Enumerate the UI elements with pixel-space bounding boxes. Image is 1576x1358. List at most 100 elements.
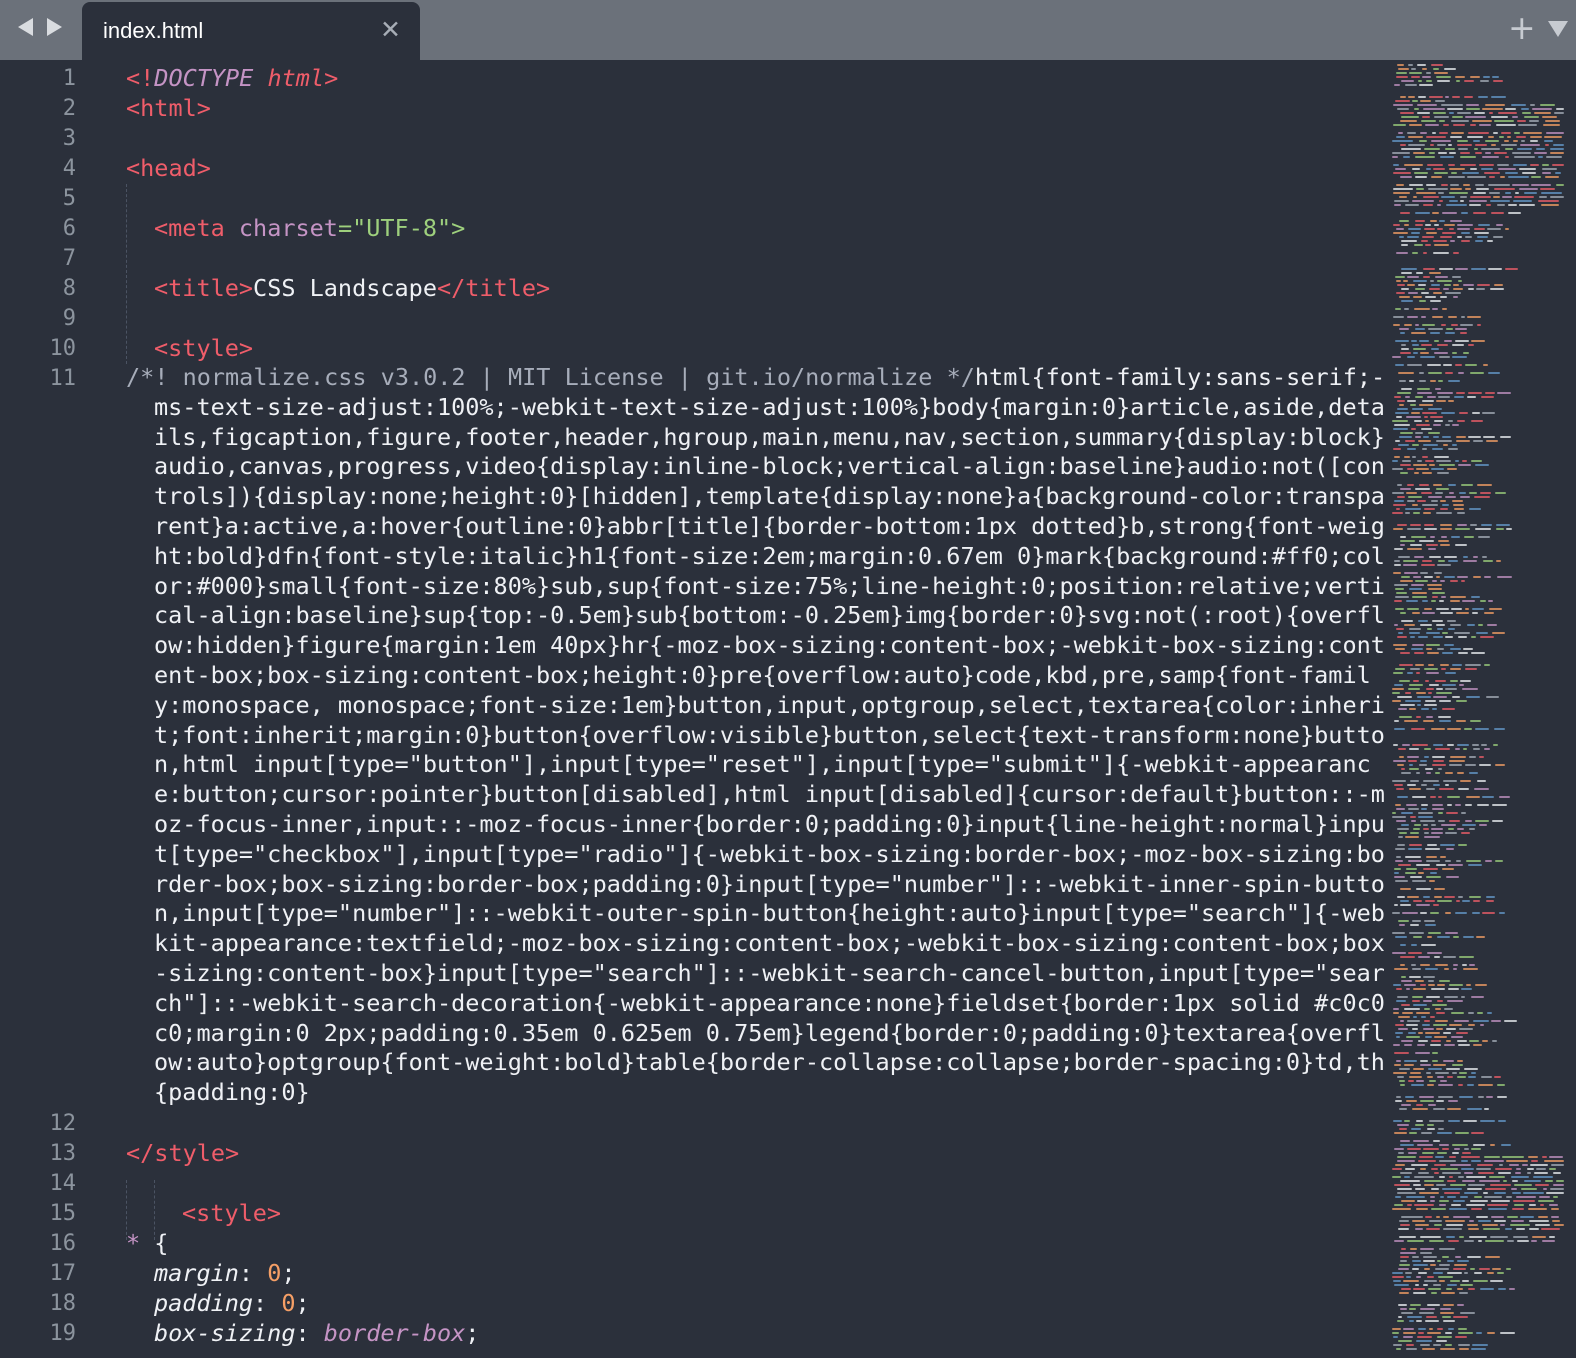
- minimap-stroke: [1394, 1240, 1404, 1242]
- minimap-stroke: [1413, 576, 1422, 578]
- code-editor[interactable]: 1 2 3 4 5 6 7 8 9 10 11 12 13 14 15 16 1…: [0, 60, 1385, 1358]
- minimap-stroke: [1415, 156, 1435, 158]
- minimap-stroke: [1467, 176, 1487, 178]
- minimap-stroke: [1440, 1348, 1456, 1350]
- minimap-stroke: [1452, 356, 1467, 358]
- minimap-stroke: [1414, 1284, 1419, 1286]
- minimap-stroke: [1396, 788, 1405, 790]
- minimap-stroke: [1408, 976, 1421, 978]
- minimap-stroke: [1431, 764, 1446, 766]
- minimap-stroke: [1521, 1164, 1528, 1166]
- minimap-stroke: [1465, 764, 1477, 766]
- minimap-stroke: [1458, 788, 1469, 790]
- minimap-stroke: [1407, 144, 1426, 146]
- minimap-stroke: [1447, 728, 1462, 730]
- minimap-stroke: [1475, 184, 1485, 186]
- minimap-stroke: [1402, 460, 1412, 462]
- minimap-stroke: [1427, 496, 1443, 498]
- minimap-stroke: [1456, 440, 1470, 442]
- minimap-stroke: [1492, 1268, 1501, 1270]
- minimap-stroke: [1401, 1004, 1410, 1006]
- minimap-stroke: [1538, 1200, 1555, 1202]
- minimap-stroke: [1393, 164, 1400, 166]
- minimap-stroke: [1440, 612, 1453, 614]
- tab-index-html[interactable]: index.html ✕: [82, 2, 420, 60]
- minimap-stroke: [1418, 1192, 1439, 1194]
- minimap-stroke: [1392, 356, 1402, 358]
- minimap-stroke: [1420, 1308, 1436, 1310]
- minimap-stroke: [1472, 1144, 1485, 1146]
- code-line-19: box-sizing: border-box;: [126, 1318, 1376, 1348]
- minimap-stroke: [1434, 224, 1439, 226]
- minimap-stroke: [1490, 288, 1504, 290]
- minimap-stroke: [1483, 1228, 1501, 1230]
- minimap-stroke: [1412, 1068, 1425, 1070]
- minimap-stroke: [1403, 456, 1410, 458]
- minimap-stroke: [1469, 1236, 1487, 1238]
- minimap-stroke: [1463, 284, 1474, 286]
- minimap-stroke: [1426, 1316, 1438, 1318]
- minimap-stroke: [1435, 492, 1444, 494]
- minimap-stroke: [1436, 1000, 1444, 1002]
- minimap-stroke: [1425, 1228, 1440, 1230]
- minimap-stroke: [1427, 588, 1443, 590]
- minimap[interactable]: [1384, 60, 1576, 1358]
- minimap-stroke: [1514, 132, 1520, 134]
- minimap-stroke: [1392, 700, 1401, 702]
- minimap-stroke: [1393, 428, 1408, 430]
- back-arrow-icon[interactable]: [18, 18, 33, 36]
- minimap-stroke: [1432, 212, 1440, 214]
- minimap-stroke: [1448, 764, 1462, 766]
- minimap-stroke: [1441, 824, 1457, 826]
- minimap-stroke: [1393, 448, 1402, 450]
- minimap-stroke: [1433, 1164, 1447, 1166]
- chevron-down-icon[interactable]: [1548, 21, 1568, 37]
- minimap-stroke: [1417, 696, 1431, 698]
- minimap-stroke: [1440, 528, 1453, 530]
- minimap-stroke: [1431, 64, 1444, 66]
- minimap-stroke: [1424, 768, 1434, 770]
- minimap-stroke: [1456, 236, 1463, 238]
- token: :: [295, 1318, 324, 1347]
- minimap-stroke: [1458, 684, 1465, 686]
- plus-icon[interactable]: +: [1508, 10, 1536, 46]
- minimap-stroke: [1437, 768, 1443, 770]
- minimap-stroke: [1430, 600, 1437, 602]
- minimap-stroke: [1455, 700, 1468, 702]
- minimap-stroke: [1493, 728, 1505, 730]
- minimap-stroke: [1456, 512, 1466, 514]
- minimap-stroke: [1400, 1144, 1415, 1146]
- minimap-stroke: [1497, 1096, 1508, 1098]
- minimap-stroke: [1392, 152, 1411, 154]
- minimap-stroke: [1430, 1044, 1442, 1046]
- token: 0: [267, 1258, 282, 1287]
- minimap-stroke: [1466, 316, 1481, 318]
- minimap-stroke: [1486, 1012, 1493, 1014]
- minimap-stroke: [1401, 1040, 1413, 1042]
- minimap-stroke: [1397, 1076, 1405, 1078]
- forward-arrow-icon[interactable]: [47, 18, 62, 36]
- minimap-stroke: [1448, 228, 1455, 230]
- minimap-stroke: [1438, 716, 1451, 718]
- minimap-stroke: [1474, 240, 1483, 242]
- minimap-stroke: [1399, 680, 1411, 682]
- minimap-stroke: [1487, 184, 1510, 186]
- minimap-stroke: [1410, 780, 1420, 782]
- minimap-stroke: [1392, 492, 1404, 494]
- code-content[interactable]: <!DOCTYPE html> <html> <head> <meta char…: [126, 63, 1385, 1348]
- minimap-stroke: [1399, 436, 1412, 438]
- minimap-stroke: [1392, 912, 1401, 914]
- minimap-stroke: [1428, 272, 1442, 274]
- minimap-stroke: [1455, 528, 1471, 530]
- minimap-stroke: [1552, 1184, 1564, 1186]
- minimap-stroke: [1415, 432, 1423, 434]
- minimap-stroke: [1425, 900, 1435, 902]
- minimap-stroke: [1394, 1284, 1409, 1286]
- minimap-stroke: [1431, 988, 1445, 990]
- line-number-gutter: 1 2 3 4 5 6 7 8 9 10 11 12 13 14 15 16 1…: [0, 60, 100, 1358]
- token: <title>: [154, 274, 254, 302]
- minimap-stroke: [1458, 1348, 1469, 1350]
- minimap-stroke: [1420, 1248, 1434, 1250]
- minimap-stroke: [1430, 1040, 1441, 1042]
- close-icon[interactable]: ✕: [380, 15, 401, 45]
